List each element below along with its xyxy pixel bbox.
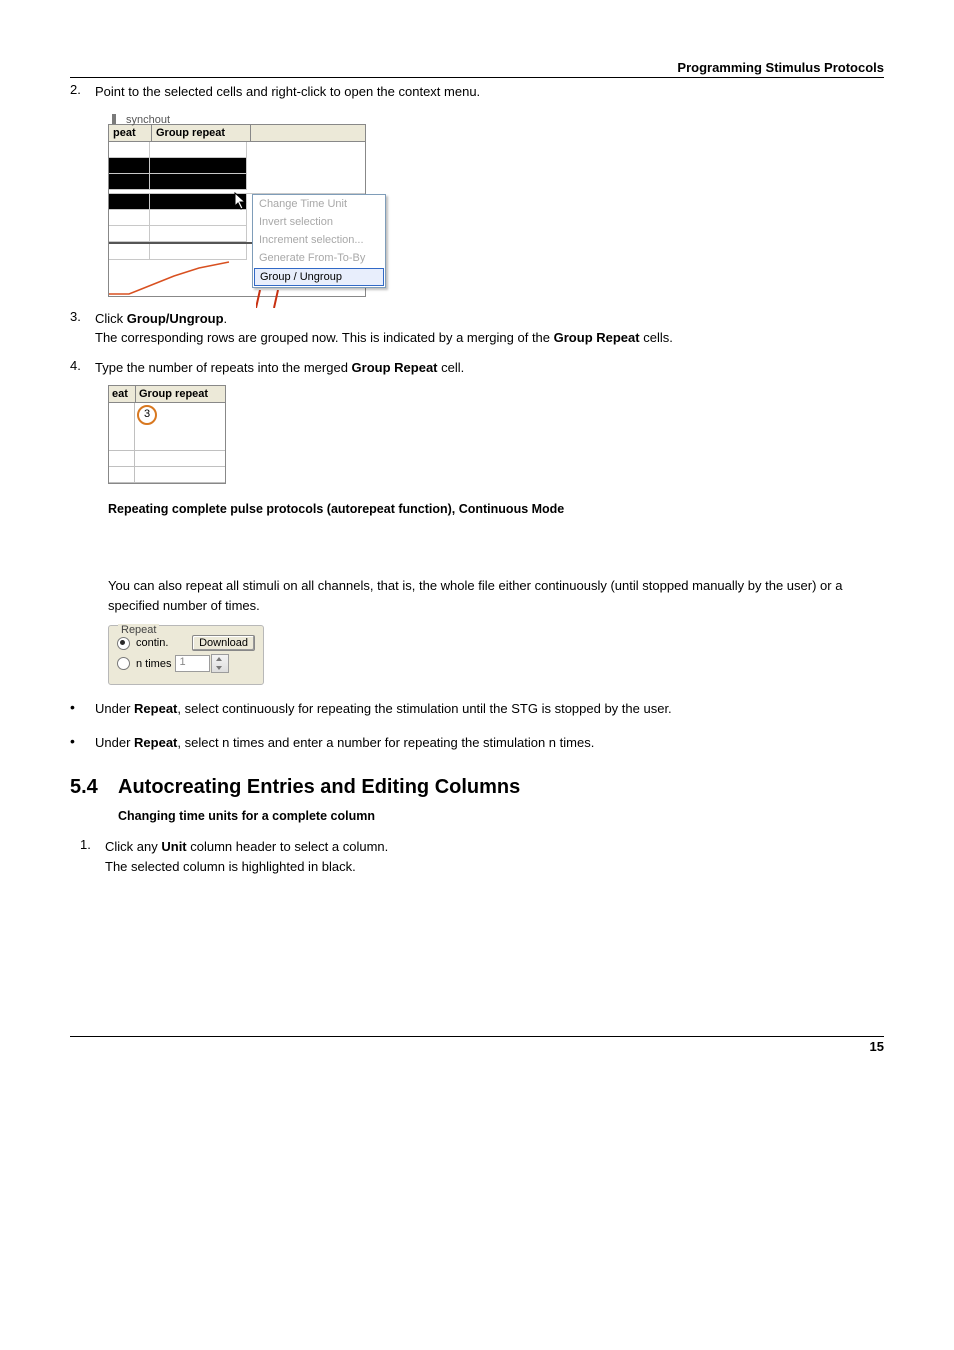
table-header-row: eat Group repeat (108, 385, 226, 403)
step-text: Point to the selected cells and right-cl… (95, 82, 884, 102)
screenshot-group-repeat: eat Group repeat 3 (108, 385, 226, 484)
radio-contin-label: contin. (136, 637, 168, 649)
step-text: Click any Unit column header to select a… (105, 837, 884, 876)
col-group-repeat: Group repeat (152, 125, 251, 141)
menu-increment-selection[interactable]: Increment selection... (253, 231, 385, 249)
page-footer: 15 (70, 1036, 884, 1054)
download-button[interactable]: Download (192, 635, 255, 651)
radio-ntimes[interactable] (117, 657, 130, 670)
bullet-icon: • (70, 699, 95, 719)
table-header-row: peat Group repeat (108, 124, 366, 142)
bullet-1: • Under Repeat, select continuously for … (70, 699, 884, 719)
selected-cell[interactable] (150, 174, 247, 190)
step-3: 3. Click Group/Ungroup. The correspondin… (70, 309, 884, 348)
step-number: 1. (80, 837, 105, 876)
context-menu: Change Time Unit Invert selection Increm… (252, 194, 386, 288)
section-heading-repeat: Repeating complete pulse protocols (auto… (108, 502, 884, 516)
step-4: 4. Type the number of repeats into the m… (70, 358, 884, 378)
red-bars-icon (256, 290, 282, 311)
selected-cell[interactable] (109, 174, 150, 190)
step-text: Click Group/Ungroup. The corresponding r… (95, 309, 884, 348)
radio-contin[interactable] (117, 637, 130, 650)
col-eat: eat (109, 386, 136, 402)
heading-5-4: 5.4Autocreating Entries and Editing Colu… (70, 776, 884, 799)
step-1-unit: 1. Click any Unit column header to selec… (80, 837, 884, 876)
page-header: Programming Stimulus Protocols (70, 60, 884, 78)
subheading-changing-time-units: Changing time units for a complete colum… (118, 809, 884, 823)
bullet-2: • Under Repeat, select n times and enter… (70, 733, 884, 753)
col-group-repeat: Group repeat (136, 386, 225, 402)
section-title: Autocreating Entries and Editing Columns (118, 776, 520, 798)
selected-cell[interactable] (109, 158, 150, 174)
step-2: 2. Point to the selected cells and right… (70, 82, 884, 102)
menu-group-ungroup[interactable]: Group / Ungroup (254, 268, 384, 286)
group-repeat-cell[interactable]: 3 (135, 403, 225, 451)
spinner-icon[interactable] (211, 654, 229, 673)
repeat-count-highlight: 3 (137, 405, 157, 425)
menu-change-time-unit[interactable]: Change Time Unit (253, 195, 385, 213)
step-number: 4. (70, 358, 95, 378)
step-number: 2. (70, 82, 95, 102)
section-number: 5.4 (70, 776, 118, 799)
col-peat: peat (109, 125, 152, 141)
screenshot-repeat-panel: Repeat contin. Download n times 1 (108, 625, 264, 685)
step-text: Type the number of repeats into the merg… (95, 358, 884, 378)
selected-cell[interactable] (150, 158, 247, 174)
cursor-icon (234, 192, 250, 213)
menu-generate-from-to-by[interactable]: Generate From-To-By (253, 249, 385, 267)
selected-cell[interactable] (150, 194, 247, 210)
radio-ntimes-label: n times (136, 658, 171, 670)
step-number: 3. (70, 309, 95, 348)
groupbox-legend: Repeat (118, 624, 159, 636)
selected-cell[interactable] (109, 194, 150, 210)
bullet-icon: • (70, 733, 95, 753)
menu-invert-selection[interactable]: Invert selection (253, 213, 385, 231)
synchout-label: synchout (126, 114, 170, 126)
ntimes-input[interactable]: 1 (175, 655, 210, 672)
paragraph: You can also repeat all stimuli on all c… (108, 576, 884, 615)
screenshot-context-menu: synchout peat Group repeat Change Time U… (108, 110, 366, 297)
